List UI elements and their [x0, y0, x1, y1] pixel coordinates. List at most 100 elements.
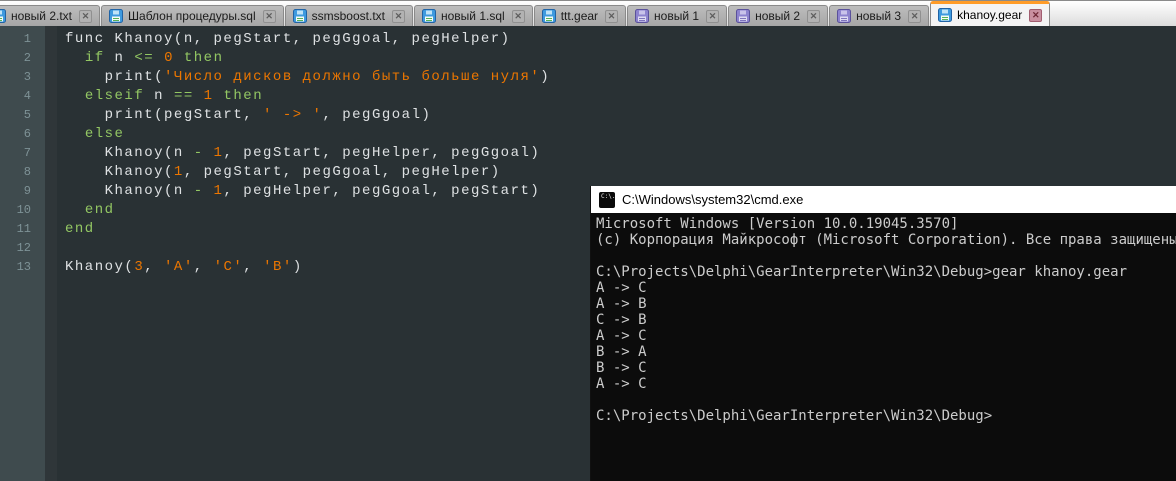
console-line	[596, 392, 1176, 408]
console-line: B -> C	[596, 360, 1176, 376]
tab[interactable]: khanoy.gear ✕	[930, 1, 1050, 26]
tab[interactable]: новый 3 ✕	[829, 5, 929, 26]
floppy-blue-icon	[109, 9, 123, 23]
console-line: B -> A	[596, 344, 1176, 360]
floppy-blue-icon	[542, 9, 556, 23]
console-line: C:\Projects\Delphi\GearInterpreter\Win32…	[596, 264, 1176, 280]
console-line: (c) Корпорация Майкрософт (Microsoft Cor…	[596, 232, 1176, 248]
tab[interactable]: новый 1.sql ✕	[414, 5, 533, 26]
cmd-title-bar[interactable]: C:\. C:\Windows\system32\cmd.exe	[591, 186, 1176, 213]
tab-label: khanoy.gear	[957, 8, 1022, 22]
tab-label: ttt.gear	[561, 9, 598, 23]
code-text: Khanoy(n - 1, pegHelper, pegGgoal, pegSt…	[45, 182, 540, 201]
line-number: 1	[0, 30, 45, 49]
floppy-purple-icon	[635, 9, 649, 23]
tab[interactable]: ssmsboost.txt ✕	[285, 5, 413, 26]
console-line: C:\Projects\Delphi\GearInterpreter\Win32…	[596, 408, 1176, 424]
tab-label: новый 2.txt	[11, 9, 72, 23]
close-icon: ✕	[608, 12, 616, 21]
close-icon: ✕	[911, 12, 919, 21]
close-tab-button[interactable]: ✕	[512, 10, 525, 23]
line-number: 8	[0, 163, 45, 182]
floppy-blue-icon	[0, 9, 6, 23]
line-number: 5	[0, 106, 45, 125]
console-line: A -> C	[596, 328, 1176, 344]
tab-bar: новый 2.txt✕Шаблон процедуры.sql✕ssmsboo…	[0, 0, 1176, 26]
tab[interactable]: новый 2 ✕	[728, 5, 828, 26]
code-line: 2 if n <= 0 then	[0, 49, 1176, 68]
code-line: 8 Khanoy(1, pegStart, pegGgoal, pegHelpe…	[0, 163, 1176, 182]
code-text: end	[45, 201, 115, 220]
cmd-console[interactable]: Microsoft Windows [Version 10.0.19045.35…	[591, 213, 1176, 481]
floppy-blue-icon	[938, 8, 952, 22]
code-text: func Khanoy(n, pegStart, pegGgoal, pegHe…	[45, 30, 511, 49]
close-tab-button[interactable]: ✕	[605, 10, 618, 23]
close-tab-button[interactable]: ✕	[706, 10, 719, 23]
line-number: 10	[0, 201, 45, 220]
line-number: 7	[0, 144, 45, 163]
floppy-purple-icon	[837, 9, 851, 23]
console-line: A -> C	[596, 280, 1176, 296]
cmd-icon-label: C:\.	[601, 194, 615, 200]
console-line: C -> B	[596, 312, 1176, 328]
code-line: 4 elseif n == 1 then	[0, 87, 1176, 106]
close-tab-button[interactable]: ✕	[908, 10, 921, 23]
code-text: Khanoy(n - 1, pegStart, pegHelper, pegGg…	[45, 144, 540, 163]
code-text: elseif n == 1 then	[45, 87, 263, 106]
close-icon: ✕	[709, 12, 717, 21]
close-tab-button[interactable]: ✕	[807, 10, 820, 23]
console-line: A -> B	[596, 296, 1176, 312]
code-text	[45, 239, 65, 258]
line-number: 4	[0, 87, 45, 106]
tab-label: новый 3	[856, 9, 901, 23]
code-text: Khanoy(3, 'A', 'C', 'B')	[45, 258, 303, 277]
tab[interactable]: новый 1 ✕	[627, 5, 727, 26]
tab[interactable]: ttt.gear ✕	[534, 5, 626, 26]
cmd-title: C:\Windows\system32\cmd.exe	[622, 192, 803, 207]
line-number: 13	[0, 258, 45, 277]
line-number: 9	[0, 182, 45, 201]
close-tab-button[interactable]: ✕	[263, 10, 276, 23]
close-icon: ✕	[82, 12, 90, 21]
close-icon: ✕	[514, 12, 522, 21]
code-text: print(pegStart, ' -> ', pegGgoal)	[45, 106, 431, 125]
code-text: else	[45, 125, 124, 144]
close-icon: ✕	[395, 12, 403, 21]
floppy-blue-icon	[293, 9, 307, 23]
code-line: 1func Khanoy(n, pegStart, pegGgoal, pegH…	[0, 30, 1176, 49]
floppy-purple-icon	[736, 9, 750, 23]
tab[interactable]: новый 2.txt ✕	[0, 5, 100, 26]
code-text: print('Число дисков должно быть больше н…	[45, 68, 550, 87]
console-line: A -> C	[596, 376, 1176, 392]
tab-label: ssmsboost.txt	[312, 9, 385, 23]
console-line: Microsoft Windows [Version 10.0.19045.35…	[596, 216, 1176, 232]
line-number: 2	[0, 49, 45, 68]
line-number: 12	[0, 239, 45, 258]
close-icon: ✕	[1032, 11, 1040, 20]
tab-label: новый 1	[654, 9, 699, 23]
tab-label: Шаблон процедуры.sql	[128, 9, 256, 23]
code-line: 7 Khanoy(n - 1, pegStart, pegHelper, peg…	[0, 144, 1176, 163]
tab[interactable]: Шаблон процедуры.sql ✕	[101, 5, 284, 26]
code-line: 3 print('Число дисков должно быть больше…	[0, 68, 1176, 87]
close-tab-button[interactable]: ✕	[79, 10, 92, 23]
code-line: 5 print(pegStart, ' -> ', pegGgoal)	[0, 106, 1176, 125]
console-line	[596, 248, 1176, 264]
close-icon: ✕	[265, 12, 273, 21]
tab-label: новый 2	[755, 9, 800, 23]
close-icon: ✕	[810, 12, 818, 21]
tab-label: новый 1.sql	[441, 9, 505, 23]
line-number: 11	[0, 220, 45, 239]
code-text: if n <= 0 then	[45, 49, 223, 68]
close-tab-button[interactable]: ✕	[392, 10, 405, 23]
code-text: Khanoy(1, pegStart, pegGgoal, pegHelper)	[45, 163, 501, 182]
line-number: 6	[0, 125, 45, 144]
floppy-blue-icon	[422, 9, 436, 23]
cmd-window: C:\. C:\Windows\system32\cmd.exe Microso…	[590, 186, 1176, 481]
code-line: 6 else	[0, 125, 1176, 144]
cmd-icon[interactable]: C:\.	[599, 192, 615, 208]
line-number: 3	[0, 68, 45, 87]
code-text: end	[45, 220, 95, 239]
app-screen: новый 2.txt✕Шаблон процедуры.sql✕ssmsboo…	[0, 0, 1176, 481]
close-tab-button[interactable]: ✕	[1029, 9, 1042, 22]
